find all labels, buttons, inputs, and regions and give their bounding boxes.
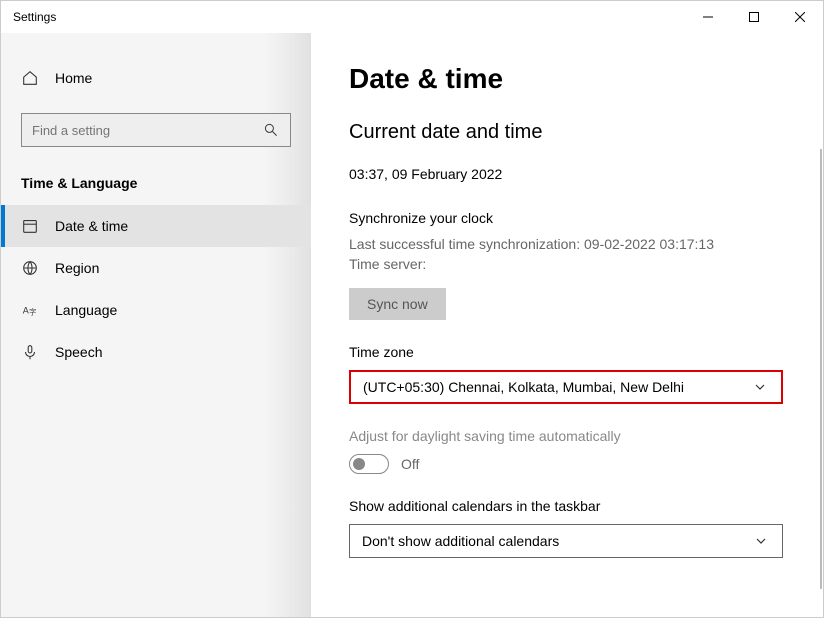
language-icon: A字 [21,301,39,319]
dst-toggle[interactable] [349,454,389,474]
search-input[interactable] [32,123,262,138]
current-datetime-value: 03:37, 09 February 2022 [349,166,783,182]
nav-label: Date & time [55,218,128,234]
nav-label: Language [55,302,117,318]
home-nav[interactable]: Home [1,61,311,95]
titlebar: Settings [1,1,823,33]
page-title: Date & time [349,63,783,95]
sync-heading: Synchronize your clock [349,210,783,226]
last-sync-text: Last successful time synchronization: 09… [349,236,783,252]
nav-label: Speech [55,344,102,360]
maximize-button[interactable] [731,1,777,33]
scrollbar[interactable] [820,149,822,589]
calendars-heading: Show additional calendars in the taskbar [349,498,783,514]
sidebar: Home Time & Language Date & time Region … [1,33,311,617]
calendars-dropdown[interactable]: Don't show additional calendars [349,524,783,558]
globe-icon [21,259,39,277]
microphone-icon [21,343,39,361]
chevron-down-icon [752,532,770,550]
chevron-down-icon [751,378,769,396]
dst-toggle-row: Off [349,454,783,474]
content-area: Date & time Current date and time 03:37,… [311,33,823,617]
dst-state: Off [401,456,419,472]
minimize-button[interactable] [685,1,731,33]
home-label: Home [55,70,92,86]
window-title: Settings [13,10,56,24]
timezone-value: (UTC+05:30) Chennai, Kolkata, Mumbai, Ne… [363,379,684,395]
close-button[interactable] [777,1,823,33]
home-icon [21,69,39,87]
main: Home Time & Language Date & time Region … [1,33,823,617]
nav-label: Region [55,260,99,276]
dst-label: Adjust for daylight saving time automati… [349,428,783,444]
section-heading: Time & Language [1,175,311,205]
calendars-value: Don't show additional calendars [362,533,559,549]
search-icon [262,121,280,139]
svg-text:A: A [23,306,29,316]
toggle-knob [353,458,365,470]
nav-speech[interactable]: Speech [1,331,311,373]
time-server-text: Time server: [349,256,783,272]
section-current-datetime: Current date and time [349,121,783,144]
nav-date-time[interactable]: Date & time [1,205,311,247]
nav-region[interactable]: Region [1,247,311,289]
timezone-dropdown[interactable]: (UTC+05:30) Chennai, Kolkata, Mumbai, Ne… [349,370,783,404]
timezone-heading: Time zone [349,344,783,360]
svg-text:字: 字 [29,308,36,317]
sync-now-button[interactable]: Sync now [349,288,446,320]
window-controls [685,1,823,33]
nav-language[interactable]: A字 Language [1,289,311,331]
search-box[interactable] [21,113,291,147]
clock-icon [21,217,39,235]
